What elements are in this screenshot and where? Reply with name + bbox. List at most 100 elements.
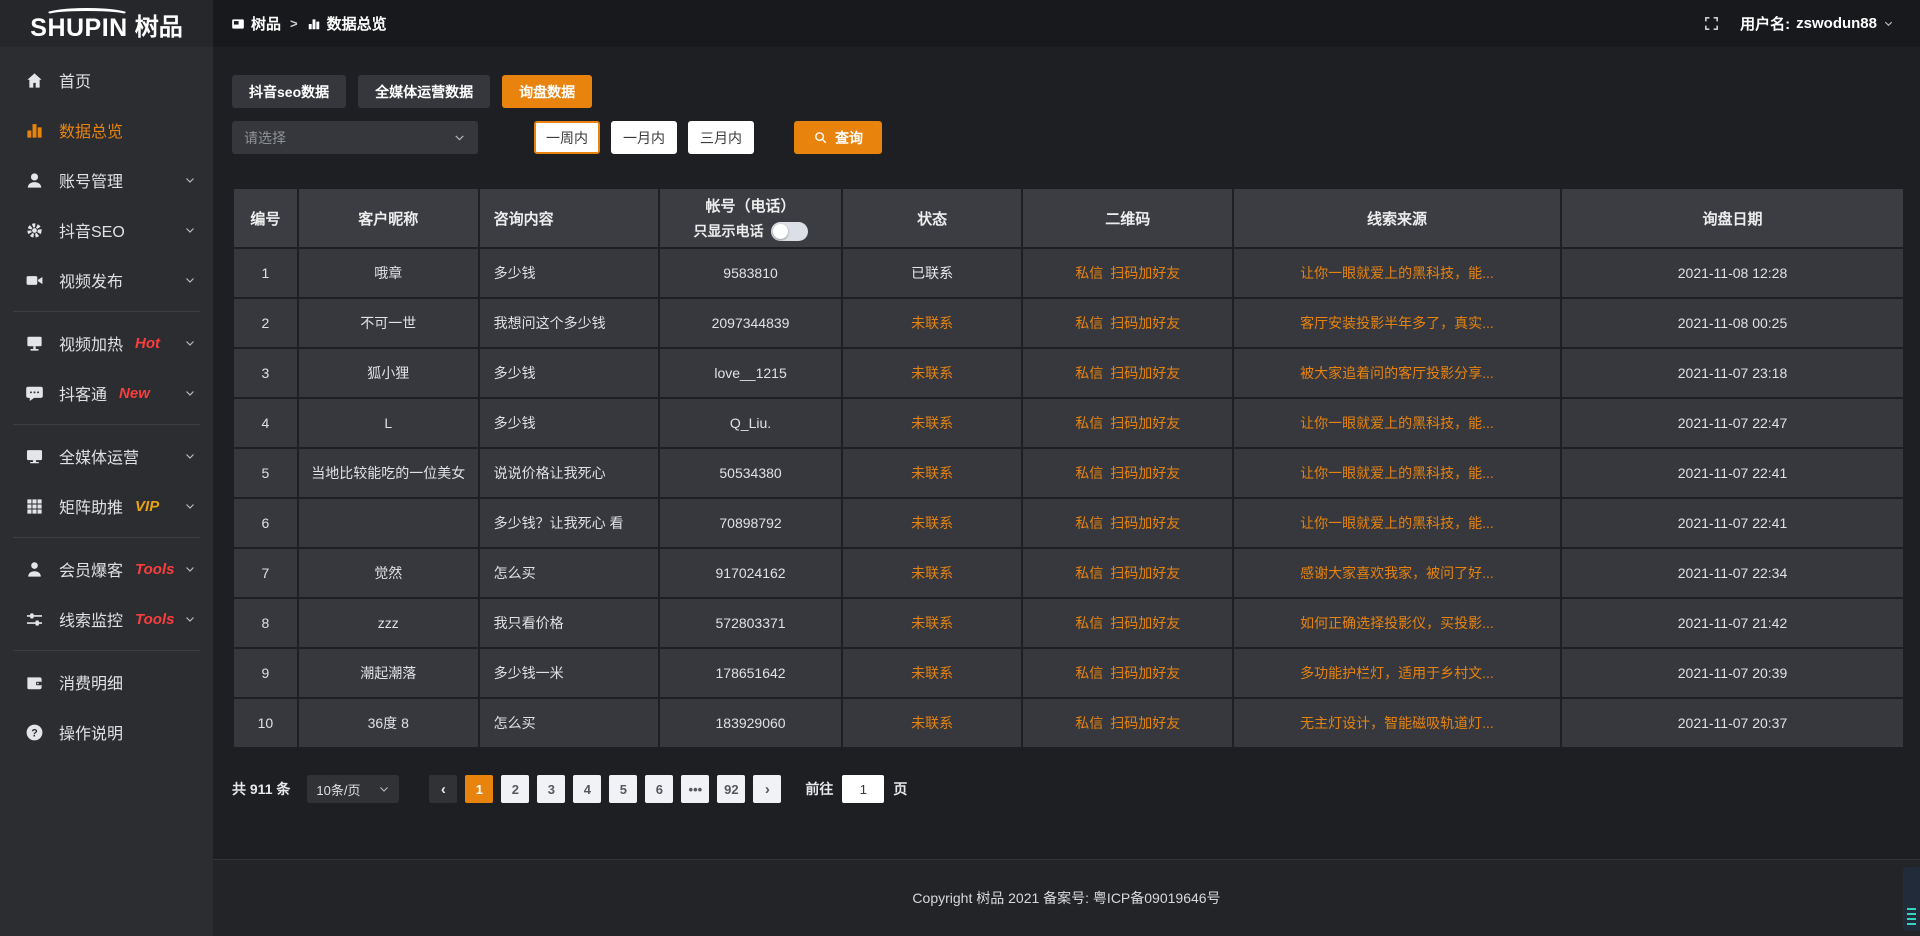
private-message-link[interactable]: 私信 <box>1075 663 1103 683</box>
page-button[interactable]: 5 <box>609 775 637 803</box>
inquiry-table-body: 1 哦章 多少钱 9583810 已联系 私信 扫码加好友 让你一眼就爱上的黑科… <box>234 249 1903 747</box>
page-button[interactable]: 4 <box>573 775 601 803</box>
goto-page-input[interactable] <box>842 775 884 803</box>
lead-source-link[interactable]: 让你一眼就爱上的黑科技，能... <box>1300 515 1494 531</box>
lead-source-link[interactable]: 客厅安装投影半年多了，真实... <box>1300 315 1494 331</box>
scan-add-friend-link[interactable]: 扫码加好友 <box>1110 513 1180 533</box>
tab-inquiry-data[interactable]: 询盘数据 <box>502 75 592 108</box>
sidebar-item-douketong[interactable]: 抖客通 New <box>0 368 213 418</box>
lead-source-link[interactable]: 无主灯设计，智能磁吸轨道灯... <box>1300 715 1494 731</box>
lead-source-link[interactable]: 被大家追着问的客厅投影分享... <box>1300 365 1494 381</box>
prev-page-button[interactable]: ‹ <box>429 775 457 803</box>
private-message-link[interactable]: 私信 <box>1075 513 1103 533</box>
scan-add-friend-link[interactable]: 扫码加好友 <box>1110 663 1180 683</box>
page-button[interactable]: ••• <box>681 775 709 803</box>
breadcrumb-home[interactable]: 树品 <box>231 13 281 34</box>
scan-add-friend-link[interactable]: 扫码加好友 <box>1110 363 1180 383</box>
goto-label: 前往 <box>805 779 833 799</box>
cell-lead-source: 让你一眼就爱上的黑科技，能... <box>1234 399 1560 447</box>
cell-content: 多少钱 <box>480 399 659 447</box>
cell-lead-source: 感谢大家喜欢我家，被问了好... <box>1234 549 1560 597</box>
private-message-link[interactable]: 私信 <box>1075 463 1103 483</box>
private-message-link[interactable]: 私信 <box>1075 413 1103 433</box>
sidebar-divider <box>13 650 200 651</box>
page-size-value: 10条/页 <box>316 780 360 799</box>
cell-account: love__1215 <box>660 349 840 397</box>
private-message-link[interactable]: 私信 <box>1075 613 1103 633</box>
breadcrumb-current[interactable]: 数据总览 <box>307 13 387 34</box>
lead-source-link[interactable]: 感谢大家喜欢我家，被问了好... <box>1300 565 1494 581</box>
tab-douyin-seo-data[interactable]: 抖音seo数据 <box>232 75 346 108</box>
sidebar-item-label: 首页 <box>59 68 91 92</box>
sidebar-item-label: 数据总览 <box>59 118 123 142</box>
sidebar-item-video-publish[interactable]: 视频发布 <box>0 255 213 305</box>
chevron-down-icon <box>184 450 196 462</box>
range-button-week[interactable]: 一周内 <box>534 121 600 154</box>
sidebar-item-video-heating[interactable]: 视频加热 Hot <box>0 318 213 368</box>
page-footer: Copyright 树品 2021 备案号: 粤ICP备09019646号 <box>213 859 1920 936</box>
scan-add-friend-link[interactable]: 扫码加好友 <box>1110 613 1180 633</box>
private-message-link[interactable]: 私信 <box>1075 363 1103 383</box>
lead-source-link[interactable]: 如何正确选择投影仪，买投影... <box>1300 615 1494 631</box>
private-message-link[interactable]: 私信 <box>1075 563 1103 583</box>
scan-add-friend-link[interactable]: 扫码加好友 <box>1110 413 1180 433</box>
fullscreen-icon[interactable] <box>1703 15 1720 32</box>
range-button-quarter[interactable]: 三月内 <box>688 121 754 154</box>
scan-add-friend-link[interactable]: 扫码加好友 <box>1110 713 1180 733</box>
scan-add-friend-link[interactable]: 扫码加好友 <box>1110 263 1180 283</box>
next-page-button[interactable]: › <box>753 775 781 803</box>
cell-lead-source: 如何正确选择投影仪，买投影... <box>1234 599 1560 647</box>
phone-toggle-label: 只显示电话 <box>694 221 764 241</box>
lead-source-link[interactable]: 让你一眼就爱上的黑科技，能... <box>1300 465 1494 481</box>
cell-index: 7 <box>234 549 297 597</box>
range-button-month[interactable]: 一月内 <box>611 121 677 154</box>
lead-source-link[interactable]: 让你一眼就爱上的黑科技，能... <box>1300 415 1494 431</box>
scan-add-friend-link[interactable]: 扫码加好友 <box>1110 563 1180 583</box>
table-row: 5 当地比较能吃的一位美女 说说价格让我死心 50534380 未联系 私信 扫… <box>234 449 1903 497</box>
cell-account: 2097344839 <box>660 299 840 347</box>
sidebar-item-data-overview[interactable]: 数据总览 <box>0 105 213 155</box>
cell-content: 多少钱一米 <box>480 649 659 697</box>
page-button[interactable]: 3 <box>537 775 565 803</box>
chevron-down-icon <box>184 224 196 236</box>
cell-qrcode: 私信 扫码加好友 <box>1023 599 1232 647</box>
cell-account: Q_Liu. <box>660 399 840 447</box>
lead-source-link[interactable]: 让你一眼就爱上的黑科技，能... <box>1300 265 1494 281</box>
page-button[interactable]: 1 <box>465 775 493 803</box>
cell-content: 多少钱 <box>480 349 659 397</box>
sidebar-item-label: 消费明细 <box>59 670 123 694</box>
scan-add-friend-link[interactable]: 扫码加好友 <box>1110 463 1180 483</box>
table-row: 4 L 多少钱 Q_Liu. 未联系 私信 扫码加好友 让你一眼就爱上的黑科技，… <box>234 399 1903 447</box>
tab-omnimedia-operation-data[interactable]: 全媒体运营数据 <box>358 75 490 108</box>
page-button[interactable]: 92 <box>717 775 745 803</box>
sidebar-item-lead-monitoring[interactable]: 线索监控 Tools <box>0 594 213 644</box>
page-button[interactable]: 2 <box>501 775 529 803</box>
main-content: 抖音seo数据 全媒体运营数据 询盘数据 请选择 一周内 一月内 三月内 查询 … <box>213 47 1920 936</box>
filter-select[interactable]: 请选择 <box>232 121 478 154</box>
sidebar-item-instructions[interactable]: ? 操作说明 <box>0 707 213 757</box>
search-button[interactable]: 查询 <box>794 121 882 154</box>
cell-lead-source: 让你一眼就爱上的黑科技，能... <box>1234 249 1560 297</box>
sidebar-item-member-growth[interactable]: 会员爆客 Tools <box>0 544 213 594</box>
cell-nickname: zzz <box>299 599 478 647</box>
user-menu[interactable]: 用户名: zswodun88 <box>1740 13 1894 34</box>
sidebar-item-douyin-seo[interactable]: 抖音SEO <box>0 205 213 255</box>
private-message-link[interactable]: 私信 <box>1075 313 1103 333</box>
private-message-link[interactable]: 私信 <box>1075 263 1103 283</box>
brand-logo[interactable]: SHUPIN 树品 <box>0 0 213 47</box>
lead-source-link[interactable]: 多功能护栏灯，适用于乡村文... <box>1300 665 1494 681</box>
service-widget[interactable] <box>1903 867 1920 931</box>
sidebar-item-account-management[interactable]: 账号管理 <box>0 155 213 205</box>
private-message-link[interactable]: 私信 <box>1075 713 1103 733</box>
sidebar-item-matrix-boost[interactable]: 矩阵助推 VIP <box>0 481 213 531</box>
phone-only-toggle[interactable] <box>771 222 808 241</box>
cell-content: 多少钱 <box>480 249 659 297</box>
scan-add-friend-link[interactable]: 扫码加好友 <box>1110 313 1180 333</box>
sidebar-item-home[interactable]: 首页 <box>0 55 213 105</box>
sidebar-item-spending-details[interactable]: 消费明细 <box>0 657 213 707</box>
table-header-row: 编号 客户昵称 咨询内容 帐号（电话） 只显示电话 状态 二维码 线索来源 询盘… <box>234 189 1903 247</box>
sidebar-item-omnimedia-operation[interactable]: 全媒体运营 <box>0 431 213 481</box>
sidebar-item-label: 操作说明 <box>59 720 123 744</box>
page-button[interactable]: 6 <box>645 775 673 803</box>
page-size-select[interactable]: 10条/页 <box>307 775 399 803</box>
